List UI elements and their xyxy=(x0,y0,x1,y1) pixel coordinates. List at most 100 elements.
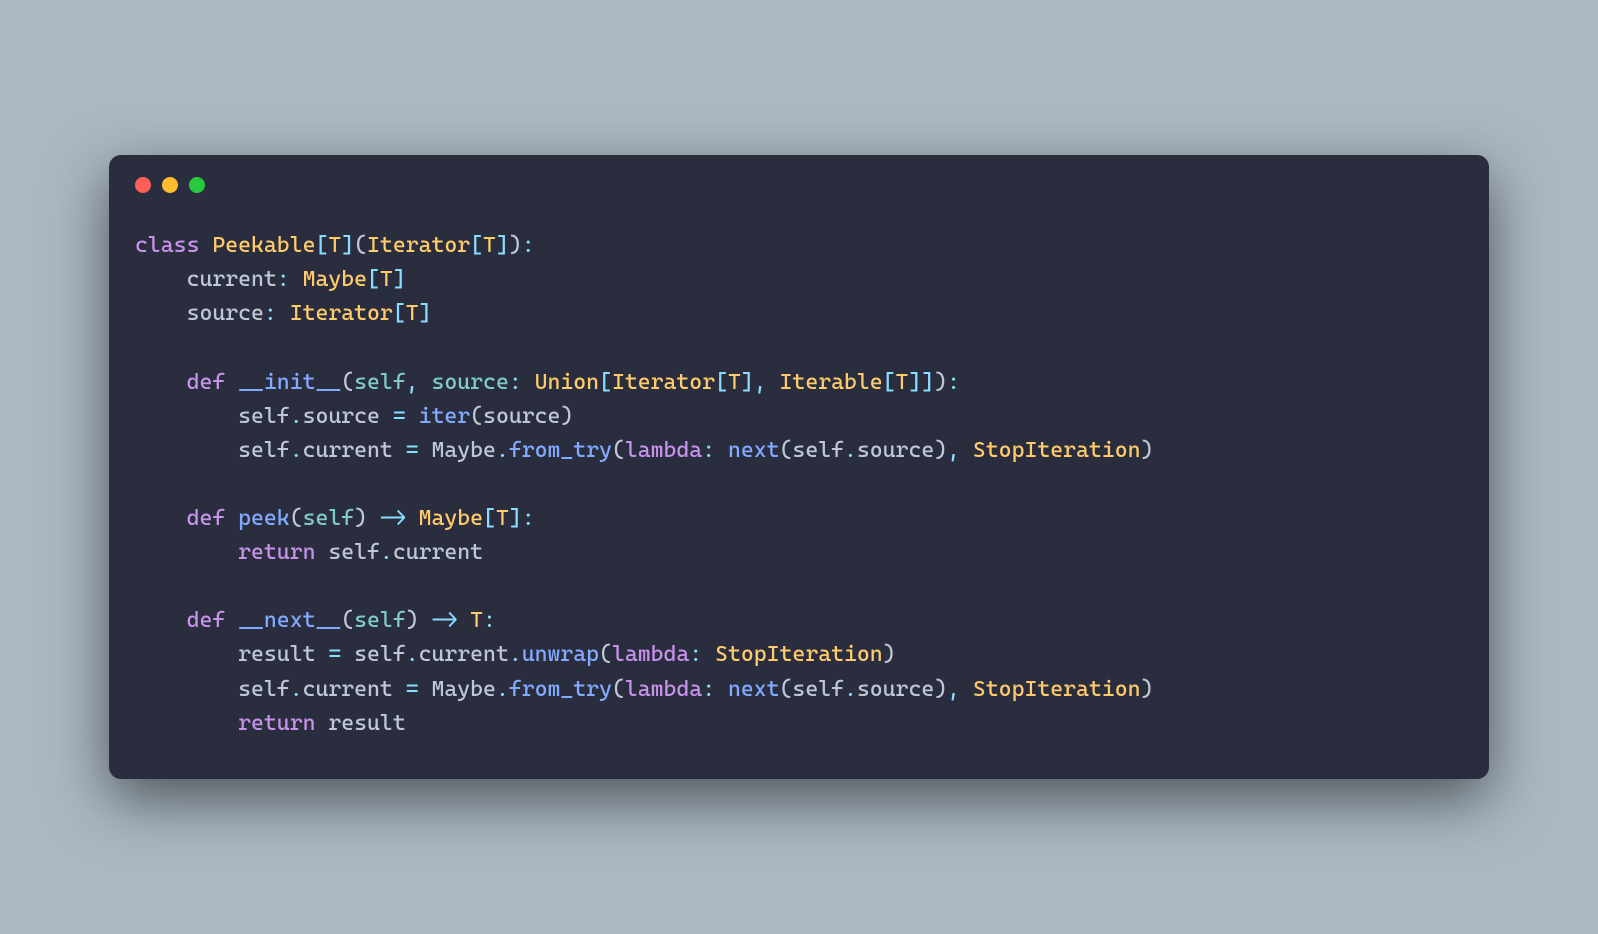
code-token: = xyxy=(393,404,406,429)
code-token: result xyxy=(315,711,405,736)
code-token: Peekable xyxy=(212,233,315,258)
code-token: ( xyxy=(341,608,354,633)
code-token: self xyxy=(135,438,290,463)
code-token: current xyxy=(393,540,483,565)
code-token: [ xyxy=(470,233,483,258)
code-token xyxy=(135,608,187,633)
code-line: def __next__(self) -> T: xyxy=(135,604,1463,638)
code-token: ) xyxy=(1140,438,1153,463)
code-line xyxy=(135,332,1463,366)
code-token xyxy=(367,506,380,531)
code-token: lambda xyxy=(612,642,689,667)
code-line: def peek(self) -> Maybe[T]: xyxy=(135,502,1463,536)
code-token: = xyxy=(406,677,419,702)
code-token: [ xyxy=(883,370,896,395)
code-token: ] xyxy=(419,301,432,326)
code-token: T xyxy=(380,267,393,292)
code-line xyxy=(135,570,1463,604)
code-token: T xyxy=(328,233,341,258)
code-token: . xyxy=(496,677,509,702)
code-token: peek xyxy=(238,506,290,531)
code-token: Iterator xyxy=(367,233,470,258)
code-token xyxy=(199,233,212,258)
code-token: T xyxy=(728,370,741,395)
code-token: next xyxy=(728,677,780,702)
code-token: : xyxy=(277,267,303,292)
minimize-icon[interactable] xyxy=(162,177,178,193)
code-token: self xyxy=(354,370,406,395)
code-token: result xyxy=(135,642,328,667)
code-token: self xyxy=(135,404,290,429)
code-token: ( xyxy=(341,370,354,395)
code-token: = xyxy=(328,642,341,667)
code-token: ( xyxy=(470,404,483,429)
code-token: : xyxy=(689,642,715,667)
code-token: Maybe xyxy=(419,677,496,702)
code-token: ( xyxy=(290,506,303,531)
code-token: . xyxy=(509,642,522,667)
code-token: T xyxy=(496,506,509,531)
code-token: source xyxy=(135,301,264,326)
code-line: def __init__(self, source: Union[Iterato… xyxy=(135,366,1463,400)
code-token: self xyxy=(315,540,379,565)
code-line: self.current = Maybe.from_try(lambda: ne… xyxy=(135,434,1463,468)
maximize-icon[interactable] xyxy=(189,177,205,193)
code-token: ) xyxy=(354,506,367,531)
code-token: lambda xyxy=(625,438,702,463)
code-token: . xyxy=(290,404,303,429)
code-token: [ xyxy=(715,370,728,395)
code-token xyxy=(135,506,187,531)
code-token: ] xyxy=(496,233,509,258)
code-token: source xyxy=(483,404,560,429)
code-token: def xyxy=(187,370,226,395)
code-token: self xyxy=(792,677,844,702)
code-token: __init__ xyxy=(238,370,341,395)
code-token: ( xyxy=(780,438,793,463)
code-token xyxy=(135,540,238,565)
code-token: : xyxy=(702,438,728,463)
code-token: StopIteration xyxy=(973,677,1141,702)
code-token: T xyxy=(406,301,419,326)
code-token xyxy=(406,404,419,429)
code-token: , xyxy=(947,438,973,463)
code-token: unwrap xyxy=(522,642,599,667)
code-token: source xyxy=(303,404,393,429)
code-token: Iterator xyxy=(612,370,715,395)
code-token: . xyxy=(406,642,419,667)
code-token: [ xyxy=(393,301,406,326)
code-token: StopIteration xyxy=(973,438,1141,463)
code-line: source: Iterator[T] xyxy=(135,297,1463,331)
code-token: source xyxy=(857,677,934,702)
code-token: lambda xyxy=(625,677,702,702)
code-token: -> xyxy=(431,608,457,633)
code-token: from_try xyxy=(509,677,612,702)
code-token: ) xyxy=(560,404,573,429)
code-token: self xyxy=(135,677,290,702)
code-token: : xyxy=(483,608,496,633)
code-token: . xyxy=(290,677,303,702)
code-token: . xyxy=(380,540,393,565)
code-token: iter xyxy=(419,404,471,429)
code-token: StopIteration xyxy=(715,642,883,667)
code-token: T xyxy=(896,370,909,395)
code-token: __next__ xyxy=(238,608,341,633)
code-token: , xyxy=(947,677,973,702)
code-token: return xyxy=(238,540,315,565)
code-token: ) xyxy=(883,642,896,667)
code-token: current xyxy=(135,267,277,292)
code-token: def xyxy=(187,506,226,531)
code-line: result = self.current.unwrap(lambda: Sto… xyxy=(135,638,1463,672)
code-token: ( xyxy=(612,677,625,702)
code-token: self xyxy=(303,506,355,531)
code-line xyxy=(135,468,1463,502)
code-token: ]] xyxy=(908,370,934,395)
code-token: [ xyxy=(483,506,496,531)
code-token: : xyxy=(264,301,290,326)
code-token: current xyxy=(303,677,406,702)
close-icon[interactable] xyxy=(135,177,151,193)
code-token xyxy=(406,506,419,531)
code-token: [ xyxy=(315,233,328,258)
code-token: def xyxy=(187,608,226,633)
code-token: , xyxy=(406,370,432,395)
code-token: ( xyxy=(599,642,612,667)
